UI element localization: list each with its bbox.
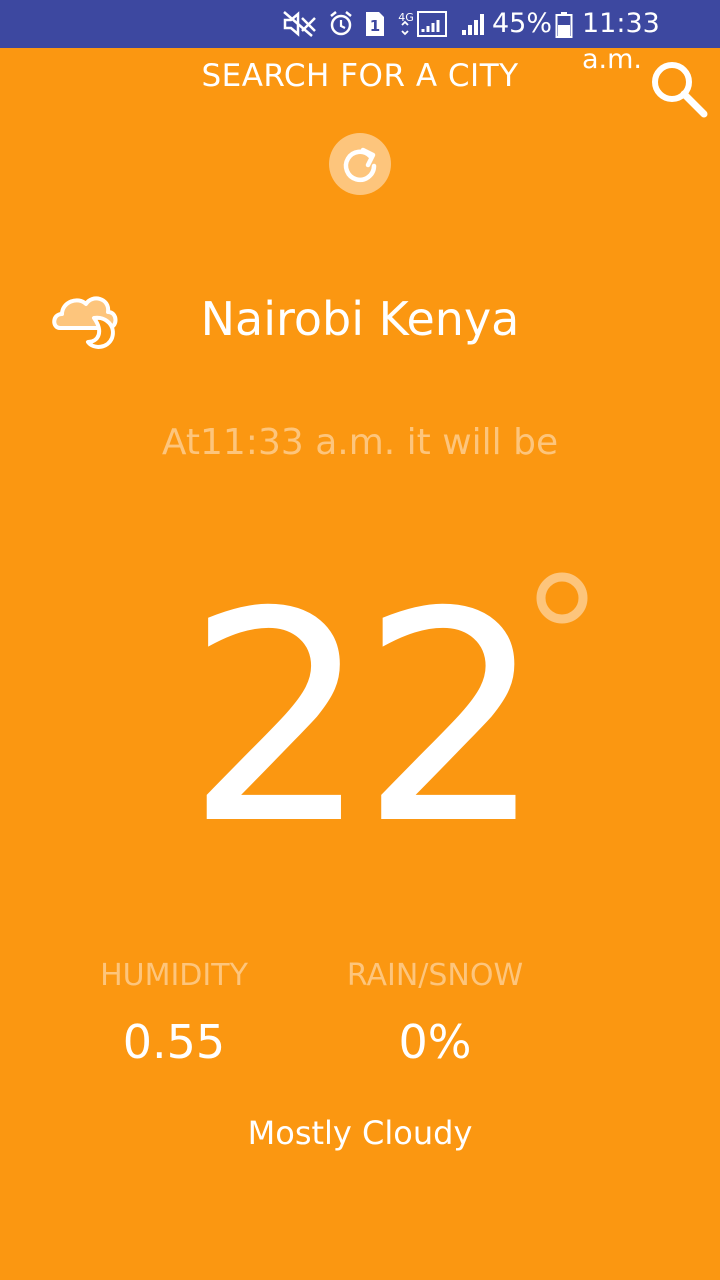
- sim-icon: 1: [364, 10, 386, 38]
- degree-icon: [534, 570, 590, 626]
- weather-summary: Mostly Cloudy: [247, 1114, 473, 1152]
- temperature-value: 22: [185, 551, 544, 888]
- forecast-time-text: At11:33 a.m. it will be: [161, 422, 559, 463]
- refresh-button[interactable]: [328, 132, 392, 196]
- mute-icon: [282, 10, 318, 38]
- search-button[interactable]: [648, 58, 710, 120]
- refresh-icon: [329, 133, 391, 195]
- humidity-value: 0.55: [122, 1015, 226, 1069]
- precipitation-label: RAIN/SNOW: [346, 958, 524, 993]
- search-city-link[interactable]: SEARCH FOR A CITY: [0, 56, 720, 96]
- signal-icon: [460, 10, 488, 38]
- partly-cloudy-night-icon: [50, 284, 124, 354]
- battery-icon: [555, 12, 573, 42]
- alarm-icon: [328, 10, 354, 38]
- signal-4g-icon: 4G: [396, 9, 450, 39]
- status-bar: 1 4G 45% 11:33 a.m.: [0, 0, 720, 75]
- svg-text:1: 1: [370, 17, 380, 35]
- search-icon: [652, 62, 708, 118]
- city-name: Nairobi Kenya: [200, 292, 520, 346]
- battery-percent: 45%: [492, 8, 553, 39]
- humidity-label: HUMIDITY: [100, 958, 248, 993]
- precipitation-value: 0%: [398, 1015, 472, 1069]
- status-icons: 1 4G: [282, 8, 488, 40]
